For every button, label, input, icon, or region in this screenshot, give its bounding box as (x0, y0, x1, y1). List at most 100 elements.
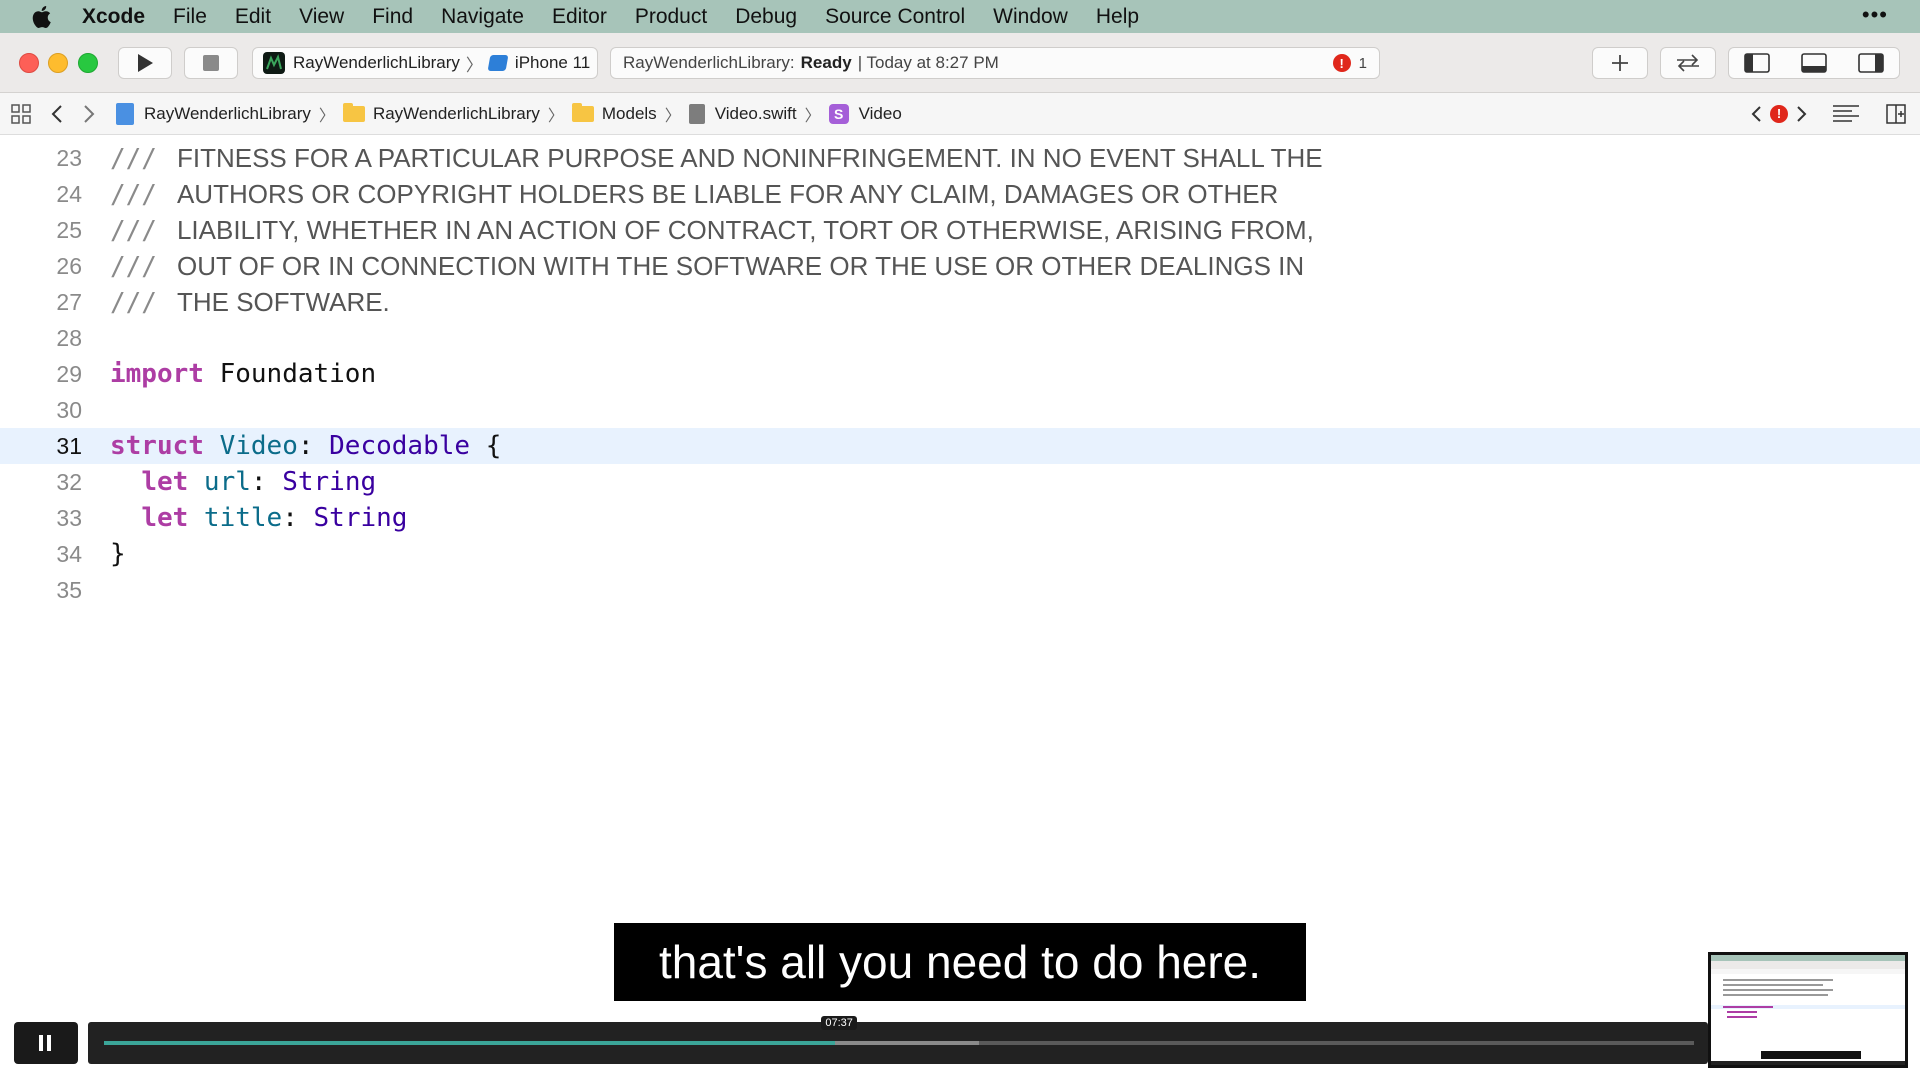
scheme-name: RayWenderlichLibrary (293, 53, 460, 72)
playhead-time: 07:37 (821, 1016, 857, 1030)
debug-area-toggle-icon[interactable] (1801, 53, 1827, 73)
menu-xcode[interactable]: Xcode (82, 5, 145, 29)
close-window-button[interactable] (19, 53, 39, 73)
swift-file-icon (688, 103, 705, 124)
chevron-right-icon: 〉 (547, 107, 564, 125)
add-editor-icon[interactable] (1886, 103, 1906, 124)
line-content: struct Video: Decodable { (110, 431, 502, 461)
folder-icon (342, 102, 365, 122)
status-time: | Today at 8:27 PM (857, 53, 999, 72)
panel-toggles (1728, 47, 1900, 79)
chevron-right-icon: 〉 (465, 55, 483, 75)
swap-arrows-icon (1677, 54, 1699, 72)
previous-issue-icon[interactable] (1750, 105, 1762, 123)
more-icon[interactable]: ••• (1862, 2, 1888, 28)
status-project: RayWenderlichLibrary: (623, 53, 795, 72)
video-player-controls: 07:37 (14, 1016, 1708, 1064)
line-content: ///FITNESS FOR A PARTICULAR PURPOSE AND … (110, 142, 1323, 174)
line-content: import Foundation (110, 359, 377, 389)
code-line: 35 (0, 572, 1920, 608)
current-code-line: 31 struct Video: Decodable { (0, 428, 1920, 464)
line-number: 23 (56, 144, 82, 171)
line-content: } (110, 539, 126, 569)
apple-icon[interactable] (30, 4, 56, 30)
status-state: Ready (800, 53, 852, 72)
menu-view[interactable]: View (299, 5, 344, 29)
chevron-right-icon: 〉 (318, 107, 335, 125)
breadcrumb-group[interactable]: RayWenderlichLibrary 〉 (342, 102, 572, 126)
menu-source-control[interactable]: Source Control (825, 5, 965, 29)
line-content: let title: String (141, 503, 408, 533)
line-content: let url: String (141, 467, 377, 497)
menu-editor[interactable]: Editor (552, 5, 607, 29)
menu-navigate[interactable]: Navigate (441, 5, 524, 29)
next-issue-icon[interactable] (1796, 105, 1808, 123)
seek-bar[interactable]: 07:37 (88, 1016, 1708, 1064)
code-line: 24 ///AUTHORS OR COPYRIGHT HOLDERS BE LI… (0, 176, 1920, 212)
menu-window[interactable]: Window (993, 5, 1068, 29)
line-number: 28 (56, 324, 82, 351)
code-line: 23 ///FITNESS FOR A PARTICULAR PURPOSE A… (0, 140, 1920, 176)
jump-bar: RayWenderlichLibrary 〉 RayWenderlichLibr… (0, 93, 1920, 135)
line-number: 27 (56, 288, 82, 315)
code-line: 26 ///OUT OF OR IN CONNECTION WITH THE S… (0, 248, 1920, 284)
zoom-window-button[interactable] (78, 53, 98, 73)
device-name: iPhone 11 (514, 53, 591, 72)
line-content: ///AUTHORS OR COPYRIGHT HOLDERS BE LIABL… (110, 178, 1279, 210)
code-review-button[interactable] (1660, 47, 1716, 79)
menu-help[interactable]: Help (1096, 5, 1139, 29)
line-number: 33 (56, 504, 82, 531)
code-line: 29 import Foundation (0, 356, 1920, 392)
error-count: 1 (1358, 54, 1367, 72)
breadcrumb-file[interactable]: Video.swift 〉 (688, 102, 829, 126)
forward-arrow-icon[interactable] (82, 104, 96, 124)
issue-navigator: ! (1750, 104, 1808, 123)
chevron-right-icon: 〉 (664, 107, 681, 125)
video-subtitle: that's all you need to do here. (614, 923, 1306, 1001)
code-line: 34 } (0, 536, 1920, 572)
line-content: ///OUT OF OR IN CONNECTION WITH THE SOFT… (110, 250, 1305, 282)
breadcrumb-symbol[interactable]: S Video (828, 103, 902, 124)
menu-debug[interactable]: Debug (735, 5, 797, 29)
struct-symbol-icon: S (828, 103, 849, 124)
navigator-toggle-icon[interactable] (1744, 53, 1771, 73)
breadcrumb-models[interactable]: Models 〉 (571, 102, 689, 126)
pause-button[interactable] (14, 1022, 78, 1064)
line-number: 29 (56, 360, 82, 387)
pause-icon (39, 1035, 51, 1051)
related-items-icon[interactable] (10, 103, 32, 125)
minimize-window-button[interactable] (48, 53, 68, 73)
line-number: 35 (56, 576, 82, 603)
menu-find[interactable]: Find (372, 5, 413, 29)
toolbar: RayWenderlichLibrary 〉 iPhone 11 RayWend… (0, 33, 1920, 93)
menu-file[interactable]: File (173, 5, 207, 29)
stop-button[interactable] (184, 47, 238, 79)
source-editor[interactable]: 23 ///FITNESS FOR A PARTICULAR PURPOSE A… (0, 135, 1920, 1015)
breadcrumb-project[interactable]: RayWenderlichLibrary 〉 (116, 102, 343, 126)
video-thumbnail-preview[interactable] (1708, 952, 1908, 1068)
error-indicator[interactable]: ! 1 (1332, 54, 1367, 72)
chevron-right-icon: 〉 (804, 107, 821, 125)
line-content: ///THE SOFTWARE. (110, 286, 390, 318)
menu-product[interactable]: Product (635, 5, 707, 29)
error-icon: ! (1332, 54, 1351, 72)
library-button[interactable] (1592, 47, 1648, 79)
activity-status: RayWenderlichLibrary: Ready | Today at 8… (610, 47, 1380, 79)
code-line: 25 ///LIABILITY, WHETHER IN AN ACTION OF… (0, 212, 1920, 248)
code-line: 27 ///THE SOFTWARE. (0, 284, 1920, 320)
menu-edit[interactable]: Edit (235, 5, 271, 29)
device-icon (487, 55, 509, 71)
line-number: 34 (56, 540, 82, 567)
line-number: 24 (56, 180, 82, 207)
inspector-toggle-icon[interactable] (1857, 53, 1884, 73)
xcode-project-icon (116, 102, 134, 125)
back-arrow-icon[interactable] (50, 104, 64, 124)
run-button[interactable] (118, 47, 172, 79)
stop-icon (203, 55, 219, 71)
progress-bar (104, 1041, 836, 1045)
code-line: 30 (0, 392, 1920, 428)
scheme-selector[interactable]: RayWenderlichLibrary 〉 iPhone 11 (252, 47, 598, 79)
editor-options-icon[interactable] (1832, 104, 1860, 124)
line-content: ///LIABILITY, WHETHER IN AN ACTION OF CO… (110, 214, 1314, 246)
error-icon[interactable]: ! (1770, 104, 1788, 123)
